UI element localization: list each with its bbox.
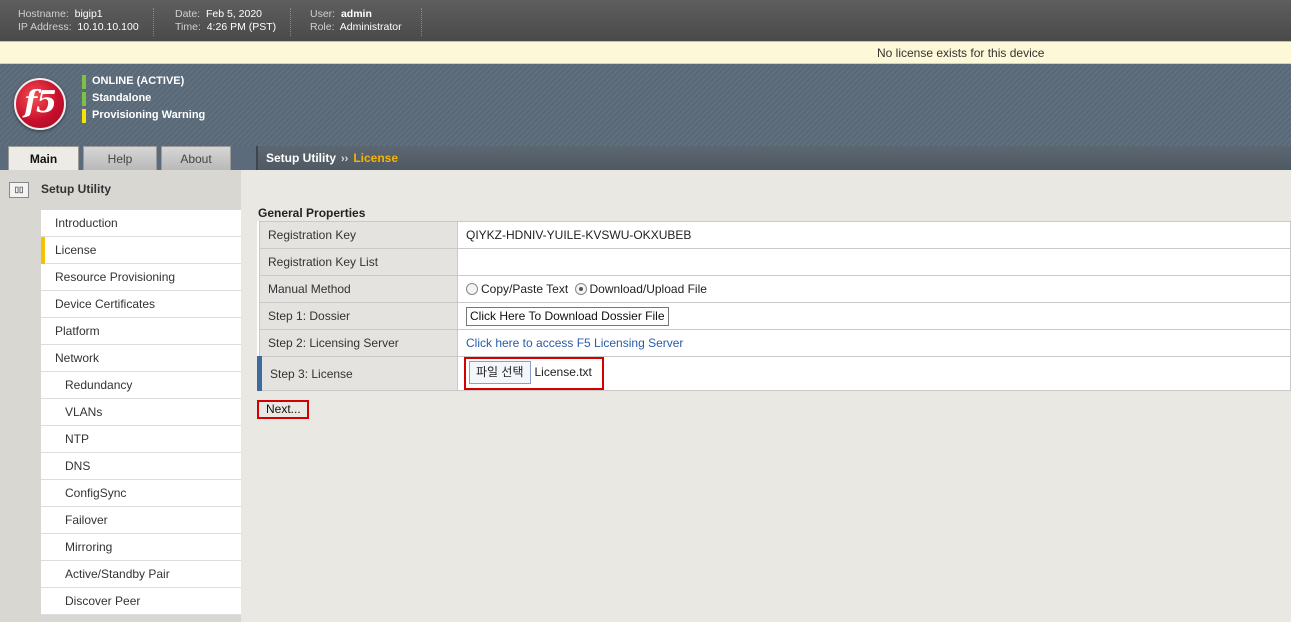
sidebar-item-ntp[interactable]: NTP [41,426,241,453]
role-label: Role: [310,21,335,33]
license-notice-bar: No license exists for this device [0,41,1291,64]
date-label: Date: [175,8,201,20]
table-row: Step 1: Dossier Click Here To Download D… [259,302,1291,330]
ip-value: 10.10.10.100 [77,21,139,33]
sidebar-item-mirroring[interactable]: Mirroring [41,534,241,561]
time-label: Time: [175,21,201,33]
sidebar-item-configsync[interactable]: ConfigSync [41,480,241,507]
step2-label: Step 2: Licensing Server [259,329,458,357]
sidebar-item-license[interactable]: License [41,237,241,264]
download-upload-radio[interactable] [574,283,587,295]
device-status: ONLINE (ACTIVE) Standalone Provisioning … [82,74,205,125]
status-provisioning-warning[interactable]: Provisioning Warning [82,108,205,125]
date-value: Feb 5, 2020 [205,8,262,20]
step1-label: Step 1: Dossier [259,302,458,330]
registration-key-list-label: Registration Key List [259,248,458,276]
sidebar-item-redundancy[interactable]: Redundancy [41,372,241,399]
sidebar-item-vlans[interactable]: VLANs [41,399,241,426]
status-standalone[interactable]: Standalone [82,91,205,108]
main-content: General Properties Registration Key QIYK… [241,170,1291,622]
breadcrumb: Setup Utility ›› License [256,146,1291,170]
status-green-bar-icon [82,75,86,89]
header-banner: f5 ONLINE (ACTIVE) Standalone Provisioni… [0,64,1291,146]
table-row: Registration Key QIYKZ-HDNIV-YUILE-KVSWU… [259,221,1291,249]
host-info: Hostname: bigip1 IP Address: 10.10.10.10… [18,8,154,36]
sidebar-item-discover-peer[interactable]: Discover Peer [41,588,241,615]
copy-paste-radio[interactable] [466,283,478,295]
download-upload-label[interactable]: Download/Upload File [590,282,707,296]
section-title: General Properties [258,206,366,220]
f5-logo[interactable]: f5 [14,78,66,130]
licensing-server-link[interactable]: Click here to access F5 Licensing Server [466,336,683,350]
sidebar-item-active-standby-pair[interactable]: Active/Standby Pair [41,561,241,588]
sidebar-item-device-certificates[interactable]: Device Certificates [41,291,241,318]
tab-about[interactable]: About [161,146,231,170]
datetime-info: Date: Feb 5, 2020 Time: 4:26 PM (PST) [175,8,292,36]
choose-file-button[interactable]: 파일 선택 [469,361,531,384]
sidebar-title: Setup Utility [41,182,112,196]
time-value: 4:26 PM (PST) [206,21,277,33]
sidebar-nav: Introduction License Resource Provisioni… [41,210,241,615]
ip-label: IP Address: [18,21,72,33]
license-notice-text: No license exists for this device [877,46,1045,60]
registration-key-value: QIYKZ-HDNIV-YUILE-KVSWU-OKXUBEB [457,221,1291,249]
next-button-highlight: Next... [257,400,309,419]
file-upload-field[interactable]: 파일 선택 License.txt [464,357,604,390]
manual-method-options: Copy/Paste Text Download/Upload File [457,275,1291,303]
breadcrumb-separator: ›› [341,153,349,165]
next-button[interactable]: Next... [260,402,307,417]
registration-key-list-value [457,248,1291,276]
sidebar-item-resource-provisioning[interactable]: Resource Provisioning [41,264,241,291]
sidebar-header[interactable]: ▯▯ Setup Utility [0,170,241,208]
status-green-bar-icon [82,92,86,106]
download-dossier-button[interactable]: Click Here To Download Dossier File [466,306,669,326]
status-online[interactable]: ONLINE (ACTIVE) [82,74,205,91]
breadcrumb-current: License [353,151,399,165]
table-row: Step 3: License 파일 선택 License.txt [257,356,1291,391]
sidebar-item-failover[interactable]: Failover [41,507,241,534]
breadcrumb-parent[interactable]: Setup Utility [266,151,336,165]
selected-file-name: License.txt [534,365,592,379]
general-properties-table: Registration Key QIYKZ-HDNIV-YUILE-KVSWU… [257,221,1291,391]
table-row: Manual Method Copy/Paste Text Download/U… [259,275,1291,303]
hostname-value: bigip1 [74,8,103,20]
status-yellow-bar-icon [82,109,86,123]
tab-help[interactable]: Help [83,146,157,170]
system-info-bar: Hostname: bigip1 IP Address: 10.10.10.10… [0,0,1291,41]
hostname-label: Hostname: [18,8,69,20]
manual-method-label: Manual Method [259,275,458,303]
user-value: admin [340,8,372,20]
role-value: Administrator [339,21,402,33]
sidebar-item-dns[interactable]: DNS [41,453,241,480]
user-label: User: [310,8,336,20]
sidebar-item-platform[interactable]: Platform [41,318,241,345]
sidebar-item-introduction[interactable]: Introduction [41,210,241,237]
sidebar-item-network[interactable]: Network [41,345,241,372]
registration-key-label: Registration Key [259,221,458,249]
setup-utility-icon: ▯▯ [9,182,29,198]
user-info: User: admin Role: Administrator [310,8,422,36]
step3-label: Step 3: License [257,356,458,391]
tab-main[interactable]: Main [8,146,79,171]
breadcrumb-spacer [241,146,256,170]
copy-paste-label[interactable]: Copy/Paste Text [481,282,568,296]
sidebar: ▯▯ Setup Utility Introduction License Re… [0,170,241,622]
table-row: Registration Key List [259,248,1291,276]
table-row: Step 2: Licensing Server Click here to a… [259,329,1291,357]
